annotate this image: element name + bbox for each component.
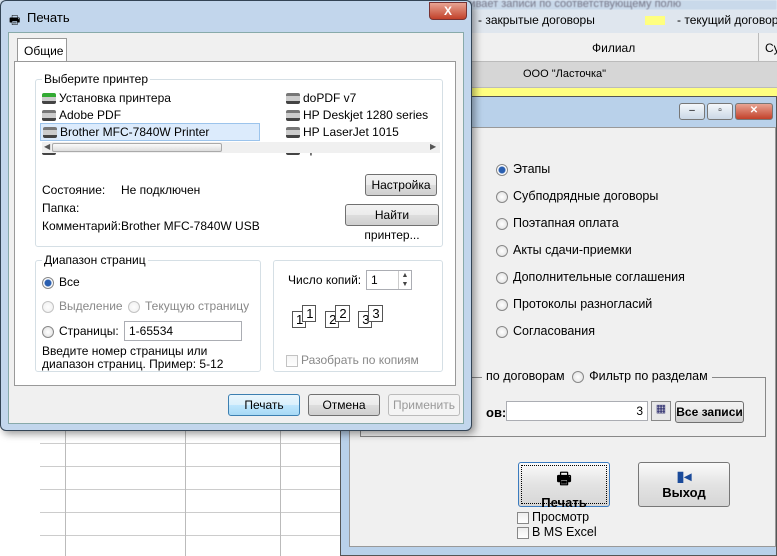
binoculars-icon[interactable]: ▦ [651,401,671,421]
close-button[interactable]: X [429,2,467,20]
page-range-group: Диапазон страниц Все Выделение Текущую с… [35,253,261,372]
cell-branch: ООО "Ласточка" [523,68,607,80]
printer-item[interactable]: Adobe PDF [42,108,121,122]
print-ok-button[interactable]: Печать [228,394,300,416]
settings-button[interactable]: Настройка [365,174,437,196]
radio-section-1[interactable]: Субподрядные договоры [496,189,658,203]
scrollbar-thumb[interactable] [52,143,222,152]
printer-icon: 🖶 [9,13,21,27]
count-input[interactable]: 3 [506,401,648,421]
radio-section-6[interactable]: Согласования [496,324,595,338]
status-value: Не подключен [121,183,201,197]
radio-pages[interactable]: Страницы: [42,324,119,338]
count-label: ов: [486,405,507,420]
exit-door-icon: ▮◂ [676,468,692,484]
printer-item[interactable]: HP LaserJet 1015 [286,125,399,139]
radio-selection: Выделение [42,299,123,313]
collate-checkbox: Разобрать по копиям [286,353,419,367]
filter-radios: по договорам Фильтр по разделам [482,369,712,383]
radio-filter-sections[interactable]: Фильтр по разделам [589,369,708,383]
collate-icon: 11 22 33 [292,305,383,328]
radio-section-3[interactable]: Акты сдачи-приемки [496,243,632,257]
legend-current: - текущий договор [677,13,777,27]
column-sum[interactable]: Су [765,41,777,55]
printer-item[interactable]: doPDF v7 [286,91,356,105]
printer-item[interactable]: HP Deskjet 1280 series [286,108,428,122]
close-button[interactable]: ✕ [735,103,773,120]
apply-button: Применить [388,394,460,416]
radio-current-page: Текущую страницу [128,299,249,313]
excel-checkbox[interactable]: В MS Excel [517,525,597,539]
print-dialog: 🖶 Печать X Общие Выберите принтер Устано… [0,0,472,431]
pages-input[interactable]: 1-65534 [124,321,242,341]
radio-section-4[interactable]: Дополнительные соглашения [496,270,685,284]
printer-item-selected[interactable]: Brother MFC-7840W Printer [40,123,260,141]
folder-label: Папка: [42,201,80,215]
page-range-label: Диапазон страниц [42,253,148,267]
radio-filter-contracts[interactable]: по договорам [486,369,565,383]
comment-label: Комментарий: [42,219,121,233]
tab-general[interactable]: Общие [17,38,67,62]
radio-section-0[interactable]: Этапы [496,162,550,176]
preview-checkbox[interactable]: Просмотр [517,510,589,524]
legend-closed: - закрытые договоры [478,13,595,27]
printer-item[interactable]: Установка принтера [42,91,171,105]
print-button[interactable]: 🖶 Печать [518,462,610,510]
cancel-button[interactable]: Отмена [308,394,380,416]
copies-spinner[interactable]: ▲ ▼ [398,271,411,289]
copies-label: Число копий: [288,273,362,287]
legend-current-swatch [645,16,665,25]
maximize-button[interactable]: ▫ [707,103,733,120]
print-dialog-title: Печать [27,10,70,25]
column-branch[interactable]: Филиал [592,41,635,55]
horizontal-scrollbar[interactable]: ◀ ▶ [42,142,440,153]
status-label: Состояние: [42,183,106,197]
radio-section-2[interactable]: Поэтапная оплата [496,216,619,230]
all-records-button[interactable]: Все записи [675,401,744,423]
minimize-button[interactable]: – [679,103,705,120]
printer-icon: 🖶 [556,471,572,488]
select-printer-group: Выберите принтер Установка принтера Adob… [35,72,443,247]
radio-all-pages[interactable]: Все [42,275,80,289]
copies-group: Число копий: 1 ▲ ▼ 11 22 33 Разобрать по … [273,260,443,372]
page-range-hint: Введите номер страницы или диапазон стра… [42,344,224,371]
radio-section-5[interactable]: Протоколы разногласий [496,297,652,311]
select-printer-label: Выберите принтер [42,72,150,86]
find-printer-button[interactable]: Найти принтер... [345,204,439,242]
comment-value: Brother MFC-7840W USB [121,219,260,233]
exit-button[interactable]: ▮◂ Выход [638,462,730,507]
